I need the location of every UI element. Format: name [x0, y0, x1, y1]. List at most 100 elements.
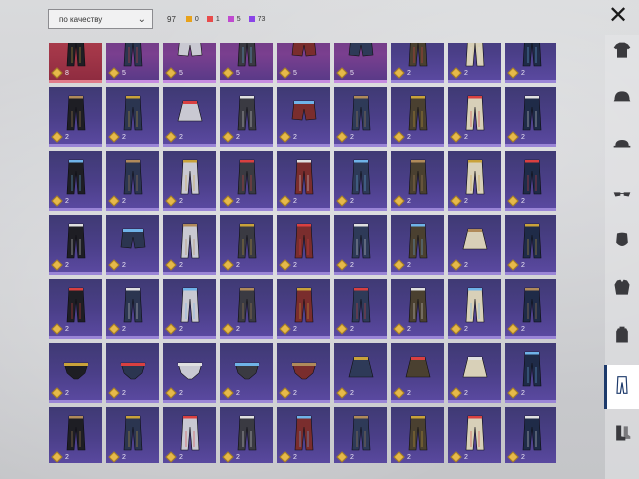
pants-icon	[346, 413, 376, 453]
inventory-item[interactable]: 2	[334, 279, 387, 339]
briefs-icon	[61, 349, 91, 389]
inventory-item[interactable]: 2	[106, 215, 159, 275]
inventory-item[interactable]: 2	[163, 279, 216, 339]
inventory-item[interactable]: 2	[505, 87, 556, 147]
sidebar-item-boots[interactable]	[607, 420, 637, 450]
inventory-item[interactable]: 2	[505, 407, 556, 463]
inventory-item[interactable]: 2	[163, 215, 216, 275]
inventory-item[interactable]: 2	[505, 279, 556, 339]
inventory-item[interactable]: 2	[49, 215, 102, 275]
close-icon[interactable]: ✕	[605, 3, 631, 29]
pants-icon	[232, 43, 262, 69]
inventory-item[interactable]: 5	[106, 43, 159, 83]
inventory-item[interactable]: 5	[334, 43, 387, 83]
inventory-item[interactable]: 2	[448, 343, 501, 403]
inventory-item[interactable]: 2	[220, 279, 273, 339]
pants-icon	[460, 157, 490, 197]
pants-icon	[346, 157, 376, 197]
inventory-item[interactable]: 2	[448, 215, 501, 275]
briefs-icon	[118, 349, 148, 389]
item-quantity: 2	[464, 69, 468, 77]
inventory-item[interactable]: 2	[391, 279, 444, 339]
inventory-item[interactable]: 2	[49, 87, 102, 147]
inventory-item[interactable]: 2	[391, 151, 444, 211]
inventory-item[interactable]: 2	[106, 343, 159, 403]
inventory-item[interactable]: 2	[277, 407, 330, 463]
pants-icon	[517, 221, 547, 261]
pants-icon	[346, 93, 376, 133]
inventory-item[interactable]: 2	[49, 343, 102, 403]
inventory-item[interactable]: 5	[163, 43, 216, 83]
inventory-item[interactable]: 2	[505, 215, 556, 275]
sidebar-item-helmet[interactable]	[607, 85, 637, 115]
inventory-item[interactable]: 2	[49, 279, 102, 339]
coupon-icon	[108, 323, 120, 335]
total-count: 97	[167, 14, 176, 24]
inventory-item[interactable]: 2	[391, 343, 444, 403]
inventory-item[interactable]: 2	[334, 151, 387, 211]
inventory-item[interactable]: 2	[448, 407, 501, 463]
pants-icon	[346, 221, 376, 261]
inventory-item[interactable]: 2	[334, 87, 387, 147]
inventory-item[interactable]: 2	[505, 343, 556, 403]
inventory-item[interactable]: 2	[220, 343, 273, 403]
sidebar-item-pants[interactable]	[604, 365, 639, 409]
inventory-item[interactable]: 2	[505, 151, 556, 211]
inventory-item[interactable]: 2	[163, 407, 216, 463]
sort-dropdown[interactable]: по качеству ⌄	[48, 9, 153, 29]
inventory-item[interactable]: 2	[391, 407, 444, 463]
coupon-icon	[222, 195, 234, 207]
inventory-item[interactable]: 2	[49, 151, 102, 211]
inventory-grid: 8 5 5 5 5 5 2 2 2 2 2 2 2 2 2 2 2 2 2 2 2 2 2 2 2 2 2 2 2 2 2 2 2 2 2 2 2 2 2 2…	[49, 43, 556, 463]
inventory-item[interactable]: 2	[163, 87, 216, 147]
quantity-badge: 2	[222, 195, 240, 207]
inventory-item[interactable]: 2	[106, 87, 159, 147]
sidebar-item-shirt[interactable]	[607, 38, 637, 68]
rarity-count: 0	[185, 16, 199, 23]
inventory-item[interactable]: 2	[391, 87, 444, 147]
sidebar-item-cap[interactable]	[607, 132, 637, 162]
pants-icon	[232, 285, 262, 325]
sidebar-item-backpack[interactable]	[607, 322, 637, 352]
inventory-item[interactable]: 8	[49, 43, 102, 83]
inventory-item[interactable]: 2	[505, 43, 556, 83]
inventory-item[interactable]: 2	[334, 215, 387, 275]
item-quantity: 2	[65, 325, 69, 333]
inventory-item[interactable]: 2	[220, 87, 273, 147]
sidebar-item-glasses[interactable]	[607, 181, 637, 211]
quantity-badge: 2	[108, 323, 126, 335]
inventory-item[interactable]: 2	[277, 279, 330, 339]
inventory-item[interactable]: 2	[334, 343, 387, 403]
inventory-item[interactable]: 2	[49, 407, 102, 463]
inventory-item[interactable]: 2	[106, 407, 159, 463]
coupon-icon	[165, 131, 177, 143]
quantity-badge: 2	[336, 259, 354, 271]
skirt-icon	[346, 349, 376, 389]
coupon-icon	[165, 195, 177, 207]
inventory-item[interactable]: 2	[448, 87, 501, 147]
inventory-item[interactable]: 2	[448, 279, 501, 339]
inventory-item[interactable]: 2	[277, 151, 330, 211]
inventory-item[interactable]: 2	[391, 215, 444, 275]
inventory-item[interactable]: 2	[448, 43, 501, 83]
inventory-item[interactable]: 2	[334, 407, 387, 463]
quantity-badge: 2	[165, 195, 183, 207]
inventory-item[interactable]: 2	[277, 215, 330, 275]
inventory-item[interactable]: 2	[220, 407, 273, 463]
inventory-item[interactable]: 2	[106, 151, 159, 211]
inventory-item[interactable]: 2	[220, 215, 273, 275]
item-quantity: 2	[521, 197, 525, 205]
inventory-item[interactable]: 2	[391, 43, 444, 83]
sidebar-item-jacket[interactable]	[607, 275, 637, 305]
inventory-item[interactable]: 5	[277, 43, 330, 83]
inventory-item[interactable]: 2	[163, 151, 216, 211]
inventory-item[interactable]: 2	[277, 343, 330, 403]
coupon-icon	[51, 67, 63, 79]
inventory-item[interactable]: 2	[106, 279, 159, 339]
sidebar-item-mask[interactable]	[607, 228, 637, 258]
inventory-item[interactable]: 5	[220, 43, 273, 83]
inventory-item[interactable]: 2	[163, 343, 216, 403]
inventory-item[interactable]: 2	[448, 151, 501, 211]
inventory-item[interactable]: 2	[220, 151, 273, 211]
inventory-item[interactable]: 2	[277, 87, 330, 147]
